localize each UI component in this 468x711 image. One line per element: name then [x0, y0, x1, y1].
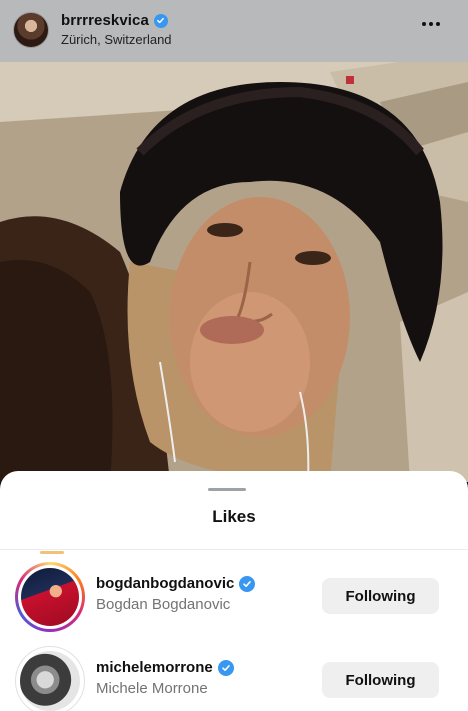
list-item[interactable]: bogdanbogdanovic Bogdan Bogdanovic Follo… — [0, 559, 468, 635]
avatar-image — [21, 568, 79, 626]
liker-username[interactable]: bogdanbogdanovic — [96, 575, 234, 592]
more-options-button[interactable] — [422, 22, 440, 26]
following-button[interactable]: Following — [322, 662, 439, 698]
avatar[interactable] — [15, 646, 85, 711]
more-horizontal-icon — [422, 22, 426, 26]
liker-info: bogdanbogdanovic Bogdan Bogdanovic — [96, 575, 256, 613]
post-author-avatar[interactable] — [13, 12, 49, 48]
liker-full-name: Bogdan Bogdanovic — [96, 596, 231, 613]
verified-badge-icon — [217, 659, 234, 676]
scroll-peek-indicator — [40, 551, 64, 554]
verified-badge-icon — [239, 575, 256, 592]
avatar-image — [20, 651, 80, 711]
liker-info: michelemorrone Michele Morrone — [96, 659, 234, 697]
liker-username[interactable]: michelemorrone — [96, 659, 213, 676]
post-photo-image — [0, 62, 468, 482]
avatar[interactable] — [15, 562, 85, 632]
list-item[interactable]: michelemorrone Michele Morrone Following — [0, 643, 468, 711]
sheet-drag-handle[interactable] — [208, 488, 246, 491]
sheet-title: Likes — [212, 507, 256, 526]
liker-full-name: Michele Morrone — [96, 680, 208, 697]
post-header: brrrreskvica Zürich, Switzerland — [0, 0, 468, 62]
post-author-info: brrrreskvica Zürich, Switzerland — [61, 12, 172, 47]
post-location[interactable]: Zürich, Switzerland — [61, 32, 172, 47]
liker-username-row: michelemorrone — [96, 659, 234, 676]
verified-badge-icon — [153, 13, 168, 28]
likes-sheet: Likes bogdanbogdanovic Bogdan Bogdanovic… — [0, 471, 468, 711]
post-author-username[interactable]: brrrreskvica — [61, 12, 149, 29]
following-button[interactable]: Following — [322, 578, 439, 614]
sheet-divider — [0, 549, 468, 550]
post-author-username-row: brrrreskvica — [61, 12, 172, 29]
post-photo[interactable] — [0, 62, 468, 482]
liker-username-row: bogdanbogdanovic — [96, 575, 256, 592]
